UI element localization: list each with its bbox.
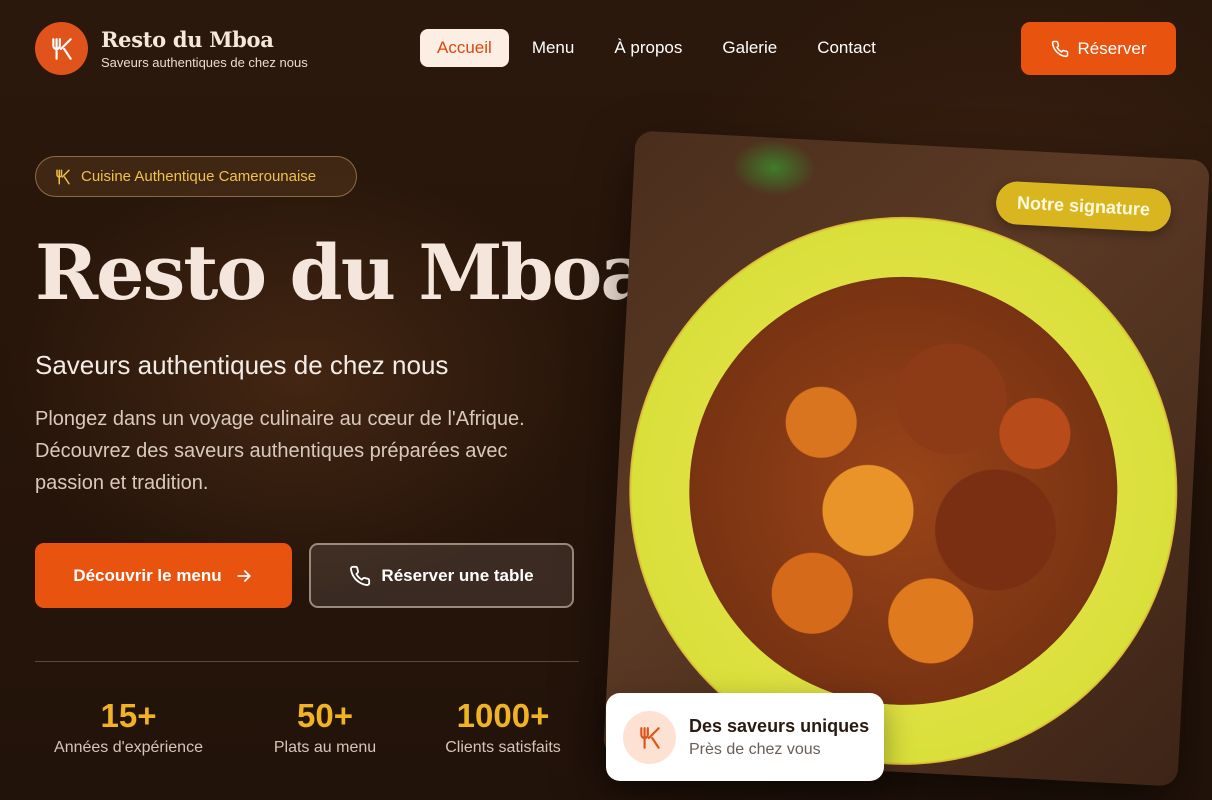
utensils-icon[interactable] bbox=[35, 22, 88, 75]
reserve-table-label: Réserver une table bbox=[381, 565, 534, 585]
discover-menu-button[interactable]: Découvrir le menu bbox=[35, 543, 292, 608]
nav-links: Accueil Menu À propos Galerie Contact bbox=[420, 29, 899, 67]
stat-label: Années d'expérience bbox=[54, 739, 203, 756]
stat-label: Clients satisfaits bbox=[445, 739, 561, 756]
dish-food bbox=[678, 265, 1129, 716]
unique-flavors-card: Des saveurs uniques Près de chez vous bbox=[606, 693, 884, 781]
nav-item-a-propos[interactable]: À propos bbox=[597, 29, 699, 67]
card-title: Des saveurs uniques bbox=[689, 716, 870, 736]
nav-item-accueil[interactable]: Accueil bbox=[420, 29, 509, 67]
stats-divider bbox=[35, 661, 579, 662]
reserve-button[interactable]: Réserver bbox=[1021, 22, 1176, 75]
brand-subtitle: Saveurs authentiques de chez nous bbox=[101, 55, 308, 70]
utensils-icon bbox=[623, 711, 676, 764]
stat-clients: 1000+ Clients satisfaits bbox=[428, 697, 578, 757]
phone-icon bbox=[350, 565, 371, 586]
brand-title[interactable]: Resto du Mboa bbox=[101, 27, 274, 52]
badge-label: Cuisine Authentique Camerounaise bbox=[81, 168, 317, 185]
cuisine-badge: Cuisine Authentique Camerounaise bbox=[35, 156, 357, 197]
stat-experience: 15+ Années d'expérience bbox=[35, 697, 222, 757]
stat-value: 15+ bbox=[100, 697, 157, 734]
stat-value: 1000+ bbox=[456, 697, 550, 734]
stat-label: Plats au menu bbox=[273, 739, 377, 756]
nav-item-galerie[interactable]: Galerie bbox=[705, 29, 794, 67]
stat-value: 50+ bbox=[297, 697, 353, 734]
nav-item-contact[interactable]: Contact bbox=[800, 29, 893, 67]
reserve-button-label: Réserver bbox=[1077, 38, 1147, 58]
discover-menu-label: Découvrir le menu bbox=[73, 565, 222, 585]
hero-subtitle: Saveurs authentiques de chez nous bbox=[35, 350, 449, 380]
hero-title: Resto du Mboa bbox=[35, 228, 650, 317]
utensils-icon bbox=[56, 169, 70, 184]
card-subtitle: Près de chez vous bbox=[689, 741, 821, 758]
phone-icon bbox=[1051, 40, 1068, 57]
reserve-table-button[interactable]: Réserver une table bbox=[309, 543, 574, 608]
signature-tag: Notre signature bbox=[994, 180, 1173, 233]
nav-item-menu[interactable]: Menu bbox=[515, 29, 592, 67]
top-navigation: Resto du Mboa Saveurs authentiques de ch… bbox=[0, 0, 1212, 96]
arrow-right-icon bbox=[236, 569, 251, 582]
stat-dishes: 50+ Plats au menu bbox=[250, 697, 400, 757]
hero-description: Plongez dans un voyage culinaire au cœur… bbox=[35, 408, 525, 494]
